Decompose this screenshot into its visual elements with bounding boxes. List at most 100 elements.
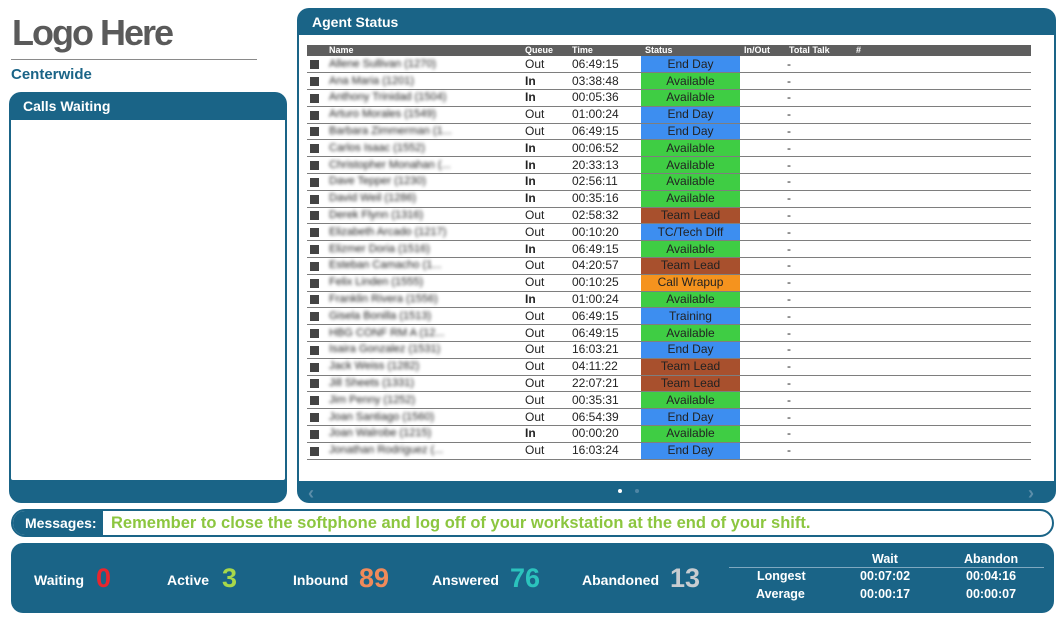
agent-square-icon	[310, 446, 319, 456]
row-icon-cell	[307, 257, 325, 275]
agent-status-badge: Team Lead	[641, 257, 740, 275]
table-row[interactable]: Gisela Bonilla (1513) Out 06:49:15 Training…	[307, 307, 1031, 326]
header-total-talk[interactable]: Total Talk	[785, 45, 852, 56]
header-time[interactable]: Time	[568, 45, 641, 56]
agent-status-title: Agent Status	[312, 14, 399, 30]
agent-inout	[740, 425, 785, 443]
table-row[interactable]: Anthony Trinidad (1504) In 00:05:36 Availab…	[307, 89, 1031, 107]
agent-square-icon	[310, 144, 319, 154]
header-inout[interactable]: In/Out	[740, 45, 785, 56]
row-icon-cell	[307, 341, 325, 359]
agent-name: Jack Weiss (1282)	[325, 358, 521, 376]
agent-queue: Out	[521, 391, 568, 410]
header-name[interactable]: Name	[325, 45, 521, 56]
table-row[interactable]: Ana Maria (1201) In 03:38:48 Available -	[307, 72, 1031, 91]
agent-time: 02:58:32	[568, 207, 641, 225]
agent-status-badge: Training	[641, 307, 740, 326]
agent-total-talk: -	[785, 274, 852, 292]
agent-number	[852, 56, 1031, 74]
agent-number	[852, 156, 1031, 175]
agent-status-badge: End Day	[641, 106, 740, 124]
agent-square-icon	[310, 228, 319, 238]
table-row[interactable]: Franklin Rivera (1556) In 01:00:24 Availabl…	[307, 291, 1031, 309]
header-number[interactable]: #	[852, 45, 1031, 56]
agent-number	[852, 89, 1031, 107]
agent-queue: Out	[521, 442, 568, 460]
agent-number	[852, 341, 1031, 359]
agent-square-icon	[310, 127, 319, 137]
agent-time: 20:33:13	[568, 156, 641, 175]
agent-queue: Out	[521, 106, 568, 124]
table-row[interactable]: Esteban Camacho (1... Out 04:20:57 Team Lea…	[307, 257, 1031, 275]
agent-queue: Out	[521, 408, 568, 427]
agent-time: 02:56:11	[568, 173, 641, 191]
agent-total-talk: -	[785, 240, 852, 259]
chevron-left-icon[interactable]: ‹	[308, 483, 314, 504]
agent-inout	[740, 358, 785, 376]
row-icon-cell	[307, 72, 325, 91]
agent-name: Gisela Bonilla (1513)	[325, 307, 521, 326]
row-icon-cell	[307, 56, 325, 74]
agent-total-talk: -	[785, 391, 852, 410]
table-row[interactable]: Joan Walrobe (1215) In 00:00:20 Available -	[307, 425, 1031, 443]
table-header-row: Name Queue Time Status In/Out Total Talk…	[307, 45, 1031, 56]
pager-dot[interactable]	[635, 489, 639, 493]
agent-total-talk: -	[785, 408, 852, 427]
table-row[interactable]: Isaira Gonzalez (1531) Out 16:03:21 End Day…	[307, 341, 1031, 359]
calls-waiting-title: Calls Waiting	[23, 98, 111, 114]
agent-number	[852, 274, 1031, 292]
table-row[interactable]: Jim Penny (1252) Out 00:35:31 Available -	[307, 391, 1031, 410]
table-row[interactable]: Joan Santiago (1560) Out 06:54:39 End Day -	[307, 408, 1031, 427]
row-icon-cell	[307, 106, 325, 124]
stats-bar: Waiting 0 Active 3 Inbound 89 Answered 7…	[11, 543, 1054, 613]
agent-square-icon	[310, 261, 319, 271]
table-row[interactable]: Elizmer Doria (1516) In 06:49:15 Available -	[307, 240, 1031, 259]
agent-queue: In	[521, 89, 568, 107]
table-row[interactable]: Barbara Zimmerman (1... Out 06:49:15 End Da…	[307, 123, 1031, 141]
table-row[interactable]: Arturo Morales (1549) Out 01:00:24 End Day -	[307, 106, 1031, 124]
agent-inout	[740, 190, 785, 208]
row-icon-cell	[307, 139, 325, 158]
average-label: Average	[756, 587, 805, 601]
agent-square-icon	[310, 177, 319, 187]
agent-number	[852, 207, 1031, 225]
agent-time: 00:10:25	[568, 274, 641, 292]
row-icon-cell	[307, 375, 325, 393]
table-row[interactable]: Allene Sullivan (1270) Out 06:49:15 End Day…	[307, 56, 1031, 74]
agent-time: 00:35:31	[568, 391, 641, 410]
messages-text: Remember to close the softphone and log …	[111, 514, 811, 532]
table-row[interactable]: Christopher Monahan (... In 20:33:13 Availa…	[307, 156, 1031, 175]
calls-waiting-panel: Calls Waiting	[9, 92, 287, 503]
agent-status-badge: End Day	[641, 442, 740, 460]
table-row[interactable]: HBG CONF RM A (12... Out 06:49:15 Available…	[307, 324, 1031, 343]
agent-time: 00:06:52	[568, 139, 641, 158]
table-row[interactable]: Dave Tepper (1230) In 02:56:11 Available -	[307, 173, 1031, 191]
agent-total-talk: -	[785, 190, 852, 208]
table-row[interactable]: Jack Weiss (1282) Out 04:11:22 Team Lead -	[307, 358, 1031, 376]
row-icon-cell	[307, 307, 325, 326]
header-queue[interactable]: Queue	[521, 45, 568, 56]
table-row[interactable]: Felix Linden (1555) Out 00:10:25 Call Wrapu…	[307, 274, 1031, 292]
table-row[interactable]: Derek Flynn (1316) Out 02:58:32 Team Lead -	[307, 207, 1031, 225]
agent-time: 00:10:20	[568, 223, 641, 242]
chevron-right-icon[interactable]: ›	[1028, 483, 1034, 504]
agent-time: 06:49:15	[568, 56, 641, 74]
agent-queue: In	[521, 240, 568, 259]
table-row[interactable]: Jonathan Rodriguez (... Out 16:03:24 End Da…	[307, 442, 1031, 460]
table-row[interactable]: Carlos Isaac (1552) In 00:06:52 Available -	[307, 139, 1031, 158]
agent-queue: Out	[521, 123, 568, 141]
agent-status-table: Name Queue Time Status In/Out Total Talk…	[307, 45, 1031, 460]
header-status[interactable]: Status	[641, 45, 740, 56]
agent-queue: Out	[521, 324, 568, 343]
row-icon-cell	[307, 442, 325, 460]
table-row[interactable]: Jill Sheets (1331) Out 22:07:21 Team Lead -	[307, 375, 1031, 393]
agent-time: 06:49:15	[568, 240, 641, 259]
table-row[interactable]: Elizabeth Arcado (1217) Out 00:10:20 TC/Tec…	[307, 223, 1031, 242]
agent-queue: Out	[521, 257, 568, 275]
agent-time: 16:03:21	[568, 341, 641, 359]
agent-total-talk: -	[785, 375, 852, 393]
agent-time: 04:20:57	[568, 257, 641, 275]
agent-square-icon	[310, 412, 319, 422]
pager-dot-active[interactable]	[618, 489, 622, 493]
table-row[interactable]: David Weil (1286) In 00:35:16 Available -	[307, 190, 1031, 208]
